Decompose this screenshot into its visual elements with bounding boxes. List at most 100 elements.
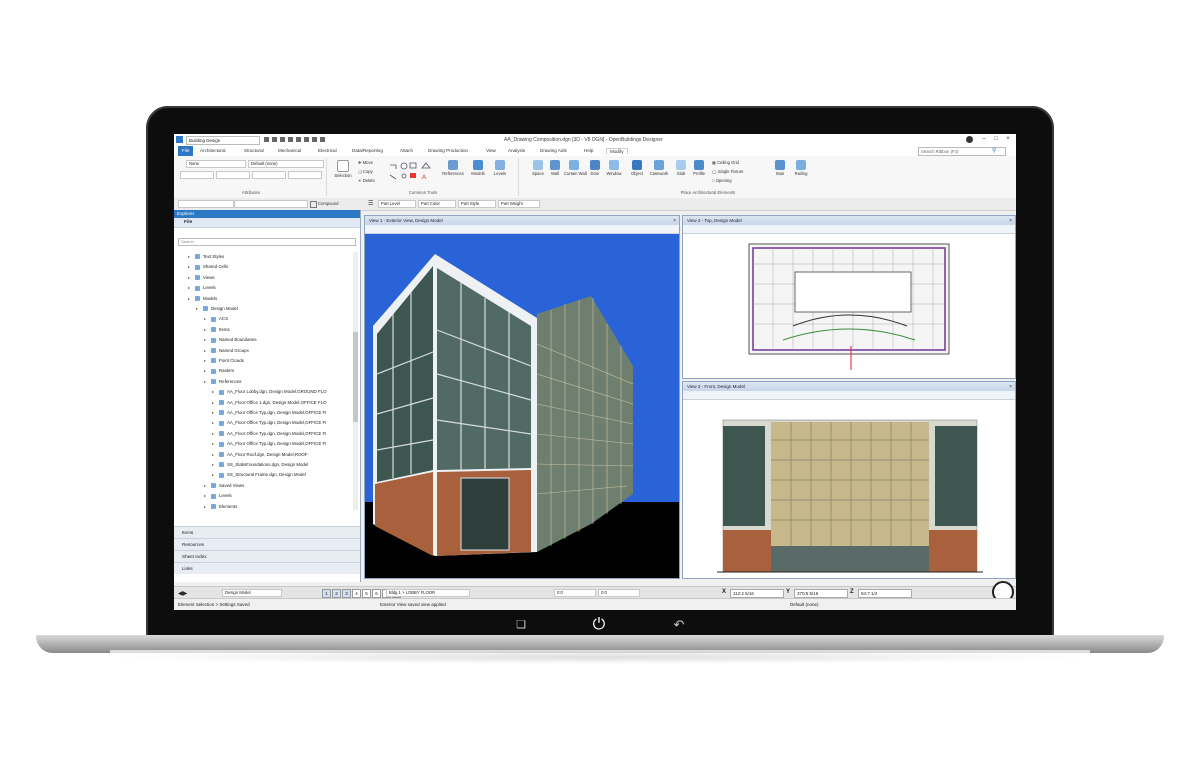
expand-toggle-icon[interactable]: ▸ [212, 450, 217, 460]
tab-help[interactable]: Help [584, 148, 593, 153]
view-2-close-icon[interactable]: × [1009, 217, 1012, 226]
view-3-close-icon[interactable]: × [1009, 383, 1012, 392]
view-2-toolbar[interactable] [683, 225, 1015, 234]
compound-checkbox[interactable] [310, 201, 317, 208]
single-fixture-tool[interactable]: ◯ Single Fixture [712, 169, 743, 174]
view-number-button[interactable]: 2 [332, 589, 341, 598]
door-tool[interactable]: Door [588, 160, 602, 176]
level-dropdown[interactable]: None [186, 160, 246, 168]
tree-item[interactable]: ▸ Saved Views [204, 481, 244, 491]
explorer-toolbar[interactable] [174, 228, 360, 236]
expand-toggle-icon[interactable]: ▸ [212, 470, 217, 480]
expand-toggle-icon[interactable]: ▸ [204, 314, 209, 324]
railing-tool[interactable]: Railing [792, 160, 810, 176]
close-button[interactable]: × [1004, 136, 1012, 143]
workflow-selector[interactable]: Building Design [186, 136, 260, 145]
view-3-toolbar[interactable] [683, 391, 1015, 400]
tree-item[interactable]: ▸ AA_Floor Office Typ.dgn, Design Model,O… [212, 408, 326, 418]
expand-toggle-icon[interactable]: ▸ [212, 460, 217, 470]
top-plan-drawing[interactable] [683, 234, 1015, 378]
back-icon[interactable]: ↶ [669, 615, 689, 635]
default-style-status[interactable]: Default (none) [790, 602, 819, 607]
part-style-dropdown[interactable]: Part Style [458, 200, 496, 208]
expand-toggle-icon[interactable]: ▸ [212, 408, 217, 418]
quick-access-toolbar[interactable] [264, 136, 344, 143]
expand-toggle-icon[interactable]: ▸ [188, 294, 193, 304]
models-tool[interactable]: Models [468, 160, 488, 176]
expand-toggle-icon[interactable]: ▸ [196, 304, 201, 314]
view-number-button[interactable]: 1 [322, 589, 331, 598]
profile-tool[interactable]: Profile [690, 160, 708, 176]
menu-icon[interactable]: ☰ [368, 200, 373, 207]
expand-toggle-icon[interactable]: ▸ [204, 335, 209, 345]
tab-modify[interactable]: Modify [606, 148, 628, 154]
expand-toggle-icon[interactable]: ▸ [212, 418, 217, 428]
maximize-button[interactable]: □ [992, 136, 1000, 143]
offset-input-1[interactable]: 0:0 [554, 589, 596, 597]
file-section-header[interactable]: File [174, 218, 360, 228]
expand-toggle-icon[interactable]: ▸ [188, 262, 193, 272]
search-icon[interactable]: ⚲ [992, 147, 996, 154]
selection-tool[interactable]: Selection [332, 160, 354, 178]
window-tool[interactable]: Window [604, 160, 624, 176]
view-number-button[interactable]: 6 [372, 589, 381, 598]
tree-item[interactable]: ▸ AA_Floor Roof.dgn, Design Model,ROOF [212, 450, 308, 460]
tree-item[interactable]: ▸ SS_SlabsFoundations.dgn, Design Model [212, 460, 308, 470]
offset-input-2[interactable]: 0:0 [598, 589, 640, 597]
object-tool[interactable]: Object [628, 160, 646, 176]
delete-tool[interactable]: ✕ Delete [358, 178, 375, 183]
front-elevation-drawing[interactable] [683, 400, 1015, 578]
stair-tool[interactable]: Stair [772, 160, 788, 176]
tree-item[interactable]: ▸ AA_Floor Office 1.dgn, Design Model,OFF… [212, 398, 326, 408]
move-tool[interactable]: ✥ Move [358, 160, 373, 165]
power-icon[interactable]: ⏻ [589, 615, 609, 635]
drawing-tools-grid[interactable]: A [388, 161, 436, 183]
x-coordinate[interactable]: 112:2 5/16 [730, 589, 784, 598]
space-tool[interactable]: Space [530, 160, 546, 176]
expand-toggle-icon[interactable]: ▸ [212, 387, 217, 397]
part-level-dropdown[interactable]: Part Level [378, 200, 416, 208]
ceiling-grid-tool[interactable]: ▦ Ceiling Grid [712, 160, 739, 165]
expand-toggle-icon[interactable]: ▸ [204, 325, 209, 335]
copy-tool[interactable]: ❏ Copy [358, 169, 373, 174]
y-coordinate[interactable]: 370:5 5/16 [794, 589, 848, 598]
linestyle-dropdown[interactable] [216, 171, 250, 179]
view-number-button[interactable]: 5 [362, 589, 371, 598]
tree-item[interactable]: ▸ ACS [204, 314, 228, 324]
tree-item[interactable]: ▸ Levels [188, 283, 216, 293]
expand-toggle-icon[interactable]: ▸ [212, 398, 217, 408]
expand-toggle-icon[interactable]: ▸ [204, 491, 209, 501]
weight-dropdown[interactable] [252, 171, 286, 179]
expand-toggle-icon[interactable]: ▸ [212, 439, 217, 449]
opening-tool[interactable]: □ Opening [712, 178, 732, 183]
tab-analysis[interactable]: Analysis [508, 148, 525, 153]
z-coordinate[interactable]: 94:7 1/4 [858, 589, 912, 598]
part-weight-dropdown[interactable]: Part Weight [498, 200, 540, 208]
tree-item[interactable]: ▸ AA_Floor Office Typ.dgn, Design Model,O… [212, 429, 326, 439]
view-1-close-icon[interactable]: × [673, 217, 676, 226]
tab-data-reporting[interactable]: Data/Reporting [352, 148, 383, 153]
wall-tool[interactable]: Wall [548, 160, 562, 176]
tab-file[interactable]: File [178, 146, 194, 156]
curtain-wall-tool[interactable]: Curtain Wall [564, 160, 587, 176]
tree-item[interactable]: ▸ AA_Floor Office Typ.dgn, Design Model,O… [212, 418, 326, 428]
tree-item[interactable]: ▸ References [204, 377, 241, 387]
panel-sheet-index[interactable]: Sheet Index [174, 550, 360, 562]
expand-toggle-icon[interactable]: ▸ [204, 377, 209, 387]
tool-settings-dropdown[interactable] [178, 200, 234, 208]
tree-item[interactable]: ▸ Text Styles [188, 252, 224, 262]
tree-item[interactable]: ▸ Named Boundaries [204, 335, 257, 345]
transparency-dropdown[interactable] [288, 171, 322, 179]
tab-drawing-aids[interactable]: Drawing Aids [540, 148, 567, 153]
tree-item[interactable]: ▸ Named Groups [204, 346, 249, 356]
expand-toggle-icon[interactable]: ▸ [188, 252, 193, 262]
recent-apps-icon[interactable]: ❏ [511, 615, 531, 635]
view-number-button[interactable]: 3 [342, 589, 351, 598]
expand-toggle-icon[interactable]: ▸ [188, 273, 193, 283]
expand-toggle-icon[interactable]: ▸ [204, 356, 209, 366]
expand-toggle-icon[interactable]: ▸ [212, 429, 217, 439]
expand-toggle-icon[interactable]: ▸ [204, 366, 209, 376]
panel-items[interactable]: Items [174, 526, 360, 538]
tab-attach[interactable]: Attach [400, 148, 413, 153]
tree-item[interactable]: ▸ Views [188, 273, 215, 283]
